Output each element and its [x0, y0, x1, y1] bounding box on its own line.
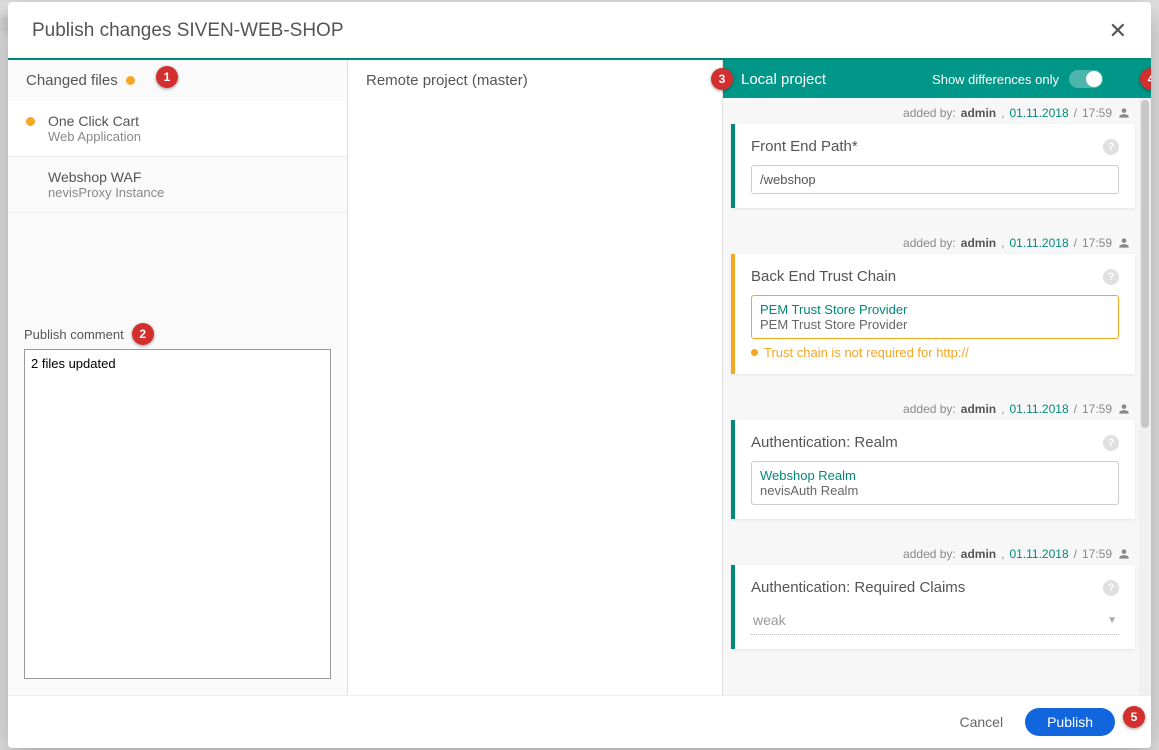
toggle-knob [1086, 71, 1102, 87]
modal-header: Publish changes SIVEN-WEB-SHOP ✕ [8, 2, 1151, 60]
annotation-badge-3: 3 [711, 68, 733, 90]
card-title: Authentication: Realm [751, 434, 898, 451]
meta-prefix: added by: [903, 106, 956, 120]
remote-column: Remote project (master) 3 [348, 60, 723, 695]
cancel-button[interactable]: Cancel [959, 714, 1003, 730]
changed-indicator-icon [26, 117, 35, 126]
scrollbar[interactable] [1139, 98, 1151, 695]
claims-select[interactable]: weak ▼ [751, 606, 1119, 635]
person-icon [1117, 106, 1131, 120]
card-auth-realm: Authentication: Realm ? Webshop Realm ne… [731, 420, 1135, 519]
remote-header-label: Remote project (master) [366, 72, 528, 89]
card-meta: added by: admin, 01.11.2018/ 17:59 [731, 547, 1135, 561]
modal-title: Publish changes SIVEN-WEB-SHOP [32, 20, 344, 42]
card-meta: added by: admin, 01.11.2018/ 17:59 [731, 236, 1135, 250]
left-column: Changed files 1 One Click Cart Web Appli… [8, 60, 348, 695]
card-meta: added by: admin, 01.11.2018/ 17:59 [731, 106, 1135, 120]
realm-box[interactable]: Webshop Realm nevisAuth Realm [751, 461, 1119, 505]
front-end-path-input[interactable] [751, 165, 1119, 194]
publish-comment-label-row: Publish comment 2 [24, 315, 331, 349]
remote-header: Remote project (master) 3 [348, 60, 722, 101]
person-icon [1117, 402, 1131, 416]
card-title: Front End Path* [751, 138, 858, 155]
annotation-badge-1: 1 [156, 66, 178, 88]
trust-provider-sub: PEM Trust Store Provider [760, 317, 1110, 332]
card-title-row: Authentication: Realm ? [751, 434, 1119, 451]
realm-sub: nevisAuth Realm [760, 483, 1110, 498]
file-subtitle: Web Application [48, 129, 331, 144]
diff-toggle-label: Show differences only [932, 72, 1059, 87]
list-item[interactable]: One Click Cart Web Application [8, 101, 347, 157]
meta-user: admin [961, 106, 996, 120]
local-header-label: Local project [741, 71, 826, 88]
annotation-badge-5: 5 [1123, 706, 1145, 728]
publish-comment-textarea[interactable] [24, 349, 331, 679]
help-icon[interactable]: ? [1103, 139, 1119, 155]
file-title: One Click Cart [48, 113, 331, 129]
trust-provider-box[interactable]: PEM Trust Store Provider PEM Trust Store… [751, 295, 1119, 339]
help-icon[interactable]: ? [1103, 435, 1119, 451]
publish-comment-label: Publish comment [24, 327, 124, 342]
changed-files-label: Changed files [26, 72, 118, 89]
modal-footer: Cancel Publish 5 [8, 695, 1151, 748]
card-title-row: Authentication: Required Claims ? [751, 579, 1119, 596]
card-title-row: Back End Trust Chain ? [751, 268, 1119, 285]
realm-link[interactable]: Webshop Realm [760, 468, 1110, 483]
person-icon [1117, 547, 1131, 561]
meta-time: 17:59 [1082, 106, 1112, 120]
annotation-badge-4: 4 [1140, 68, 1151, 90]
local-column: Local project Show differences only 4 ad… [723, 60, 1151, 695]
changed-indicator-icon [126, 76, 135, 85]
card-trust-chain: Back End Trust Chain ? PEM Trust Store P… [731, 254, 1135, 374]
meta-date: 01.11.2018 [1009, 106, 1068, 120]
close-icon[interactable]: ✕ [1109, 20, 1127, 42]
card-meta: added by: admin, 01.11.2018/ 17:59 [731, 402, 1135, 416]
help-icon[interactable]: ? [1103, 580, 1119, 596]
file-title: Webshop WAF [48, 169, 331, 185]
modal-body: Changed files 1 One Click Cart Web Appli… [8, 60, 1151, 695]
help-icon[interactable]: ? [1103, 269, 1119, 285]
diff-toggle-group: Show differences only [932, 70, 1103, 88]
local-scroll-area: added by: admin, 01.11.2018/ 17:59 Front… [723, 98, 1151, 695]
trust-provider-link[interactable]: PEM Trust Store Provider [760, 302, 1110, 317]
changed-files-header: Changed files 1 [8, 60, 347, 101]
diff-toggle-switch[interactable] [1069, 70, 1103, 88]
card-title-row: Front End Path* ? [751, 138, 1119, 155]
warning-icon [751, 349, 758, 356]
card-required-claims: Authentication: Required Claims ? weak ▼ [731, 565, 1135, 649]
scrollbar-thumb[interactable] [1141, 100, 1149, 428]
chevron-down-icon: ▼ [1107, 615, 1117, 626]
trust-warning-text: Trust chain is not required for http:// [764, 345, 969, 360]
person-icon [1117, 236, 1131, 250]
annotation-badge-2: 2 [132, 323, 154, 345]
card-title: Back End Trust Chain [751, 268, 896, 285]
publish-modal: Publish changes SIVEN-WEB-SHOP ✕ Changed… [8, 2, 1151, 748]
card-front-end-path: Front End Path* ? [731, 124, 1135, 208]
changed-file-list: One Click Cart Web Application Webshop W… [8, 101, 347, 213]
trust-warning: Trust chain is not required for http:// [751, 345, 1119, 360]
publish-comment-section: Publish comment 2 [8, 313, 347, 695]
list-item[interactable]: Webshop WAF nevisProxy Instance [8, 157, 347, 213]
file-subtitle: nevisProxy Instance [48, 185, 331, 200]
claims-value: weak [753, 612, 786, 628]
publish-button[interactable]: Publish [1025, 708, 1115, 736]
local-header: Local project Show differences only 4 [723, 60, 1151, 98]
card-title: Authentication: Required Claims [751, 579, 965, 596]
